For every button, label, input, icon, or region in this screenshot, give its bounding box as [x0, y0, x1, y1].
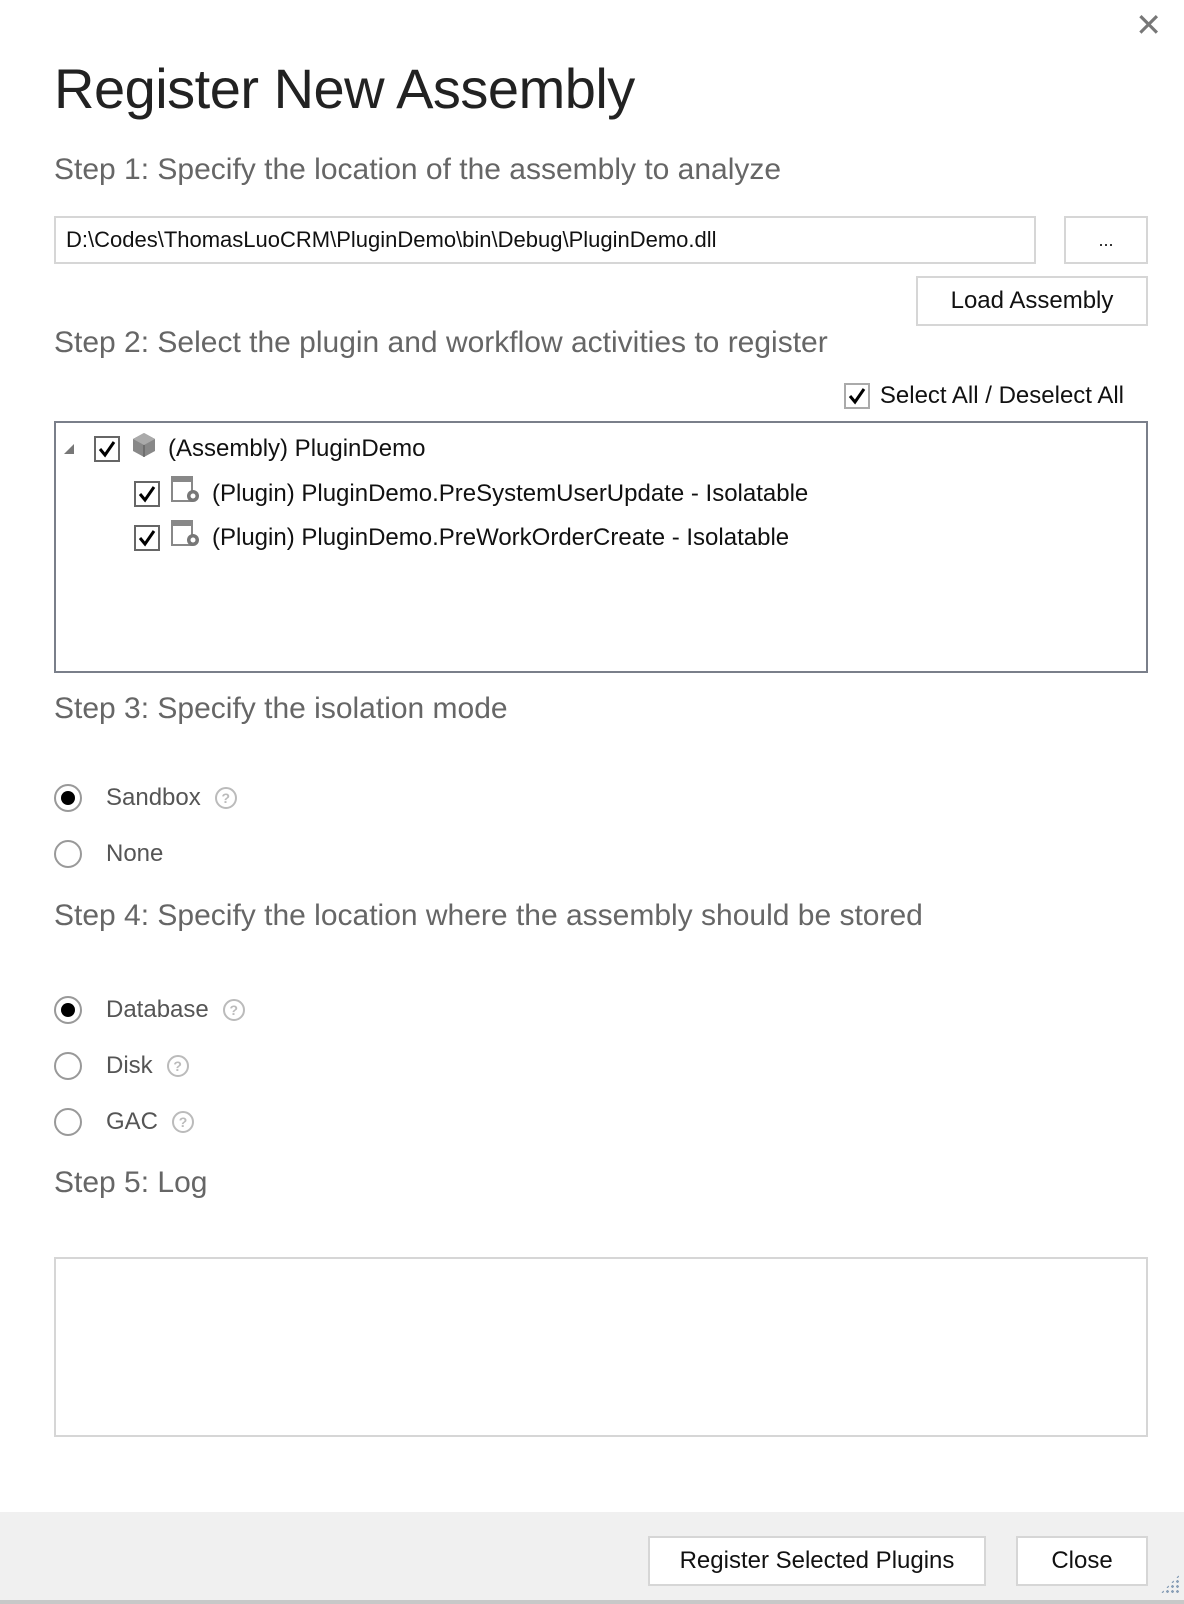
plugin-tree[interactable]: (Assembly) PluginDemo (Plugin) PluginDem…	[54, 421, 1148, 673]
tree-node-plugin[interactable]: (Plugin) PluginDemo.PreWorkOrderCreate -…	[134, 519, 789, 556]
radio-selected[interactable]	[54, 996, 82, 1024]
plugin-checkbox[interactable]	[134, 524, 160, 551]
help-icon[interactable]: ?	[222, 999, 245, 1021]
tree-node-plugin[interactable]: (Plugin) PluginDemo.PreSystemUserUpdate …	[134, 475, 808, 512]
checkbox-checked[interactable]	[843, 383, 870, 409]
register-selected-plugins-button[interactable]: Register Selected Plugins	[648, 1536, 986, 1586]
radio-label: None	[106, 840, 164, 867]
close-icon[interactable]: ✕	[1135, 6, 1162, 44]
step4-heading: Step 4: Specify the location where the a…	[54, 899, 923, 932]
help-icon[interactable]: ?	[214, 787, 237, 809]
expander-icon[interactable]	[64, 443, 74, 454]
step3-heading: Step 3: Specify the isolation mode	[54, 692, 508, 725]
dialog-title: Register New Assembly	[54, 57, 635, 120]
assembly-icon	[130, 431, 158, 466]
plugin-checkbox[interactable]	[134, 480, 160, 507]
select-all-checkbox[interactable]: Select All / Deselect All	[843, 382, 1124, 410]
browse-button[interactable]: ...	[1064, 216, 1148, 264]
assembly-path-input[interactable]	[54, 216, 1036, 264]
plugin-icon	[170, 475, 202, 512]
step5-heading: Step 5: Log	[54, 1166, 208, 1199]
resize-grip-icon[interactable]	[1160, 1574, 1180, 1594]
radio-disk[interactable]: Disk ?	[54, 1052, 189, 1080]
help-icon[interactable]: ?	[166, 1055, 189, 1077]
step2-heading: Step 2: Select the plugin and workflow a…	[54, 326, 828, 359]
plugin-label: (Plugin) PluginDemo.PreWorkOrderCreate -…	[212, 523, 790, 551]
step1-heading: Step 1: Specify the location of the asse…	[54, 153, 782, 186]
radio-gac[interactable]: GAC ?	[54, 1108, 195, 1136]
radio-label: Sandbox	[106, 784, 201, 811]
radio-label: Database	[106, 996, 209, 1023]
log-textarea[interactable]	[54, 1257, 1148, 1437]
close-button[interactable]: Close	[1016, 1536, 1148, 1586]
tree-node-assembly[interactable]: (Assembly) PluginDemo	[64, 431, 425, 466]
radio-label: GAC	[106, 1108, 159, 1135]
radio-unselected[interactable]	[54, 1052, 82, 1080]
radio-selected[interactable]	[54, 784, 82, 812]
help-icon[interactable]: ?	[172, 1111, 195, 1133]
plugin-icon	[170, 519, 202, 556]
plugin-label: (Plugin) PluginDemo.PreSystemUserUpdate …	[212, 479, 809, 507]
footer-bar: Register Selected Plugins Close	[0, 1512, 1184, 1604]
radio-unselected[interactable]	[54, 840, 82, 868]
radio-sandbox[interactable]: Sandbox ?	[54, 784, 237, 812]
radio-unselected[interactable]	[54, 1108, 82, 1136]
radio-database[interactable]: Database ?	[54, 996, 245, 1024]
radio-none[interactable]: None	[54, 840, 163, 868]
load-assembly-button[interactable]: Load Assembly	[916, 276, 1148, 326]
select-all-label: Select All / Deselect All	[879, 382, 1124, 409]
assembly-checkbox[interactable]	[94, 435, 120, 462]
assembly-label: (Assembly) PluginDemo	[168, 434, 426, 462]
radio-label: Disk	[106, 1052, 153, 1079]
